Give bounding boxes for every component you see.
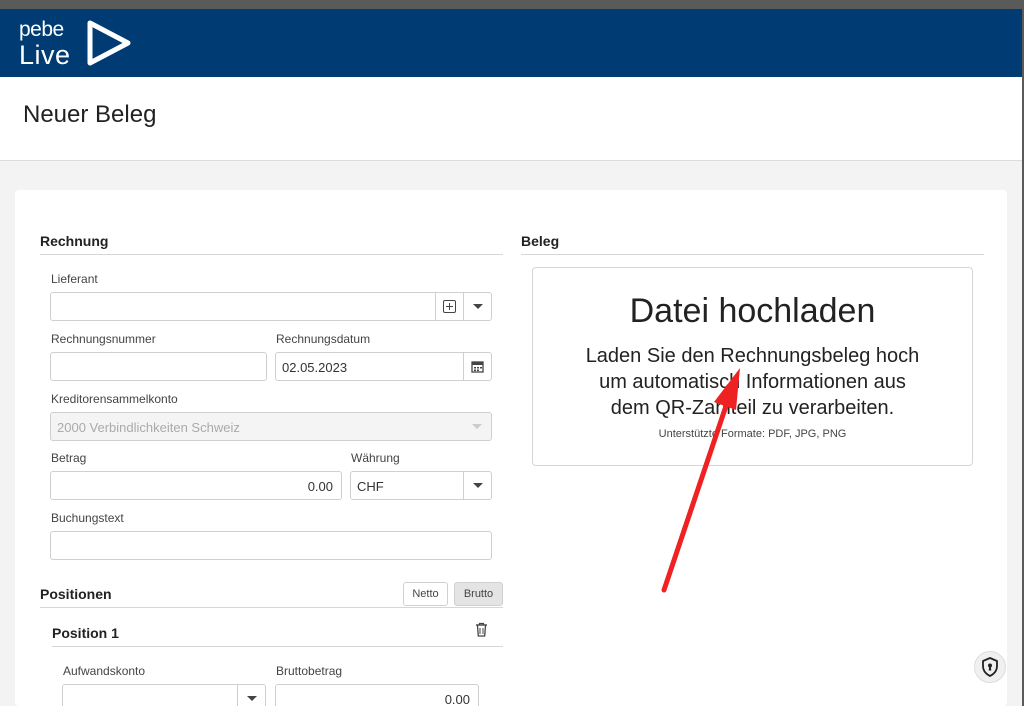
upload-line-3: dem QR-Zahlteil zu verarbeiten. <box>610 397 895 419</box>
rechnungsnummer-field[interactable] <box>50 352 267 381</box>
aufwandskonto-select[interactable] <box>62 684 266 706</box>
upload-title: Datei hochladen <box>629 292 876 330</box>
bruttobetrag-label: Bruttobetrag <box>276 664 343 678</box>
chevron-down-icon <box>472 304 483 309</box>
waehrung-select[interactable]: CHF <box>350 471 492 500</box>
lieferant-field[interactable] <box>50 292 492 321</box>
divider <box>40 607 503 608</box>
betrag-value: 0.00 <box>307 479 333 494</box>
file-upload-dropzone[interactable]: Datei hochladen Laden Sie den Rechnungsb… <box>532 267 973 466</box>
netto-toggle-button[interactable]: Netto <box>403 582 448 606</box>
aufwandskonto-dropdown-button[interactable] <box>237 685 265 706</box>
page-title-bar: Neuer Beleg <box>0 77 1022 161</box>
kreditor-dropdown <box>463 413 491 440</box>
logo-text-bottom: Live <box>19 40 71 70</box>
chevron-down-icon <box>246 696 257 701</box>
upload-line-1: Laden Sie den Rechnungsbeleg hoch <box>585 345 920 367</box>
rechnungsdatum-value: 02.05.2023 <box>282 360 348 375</box>
add-lieferant-button[interactable] <box>435 293 463 320</box>
upload-formats: Unterstützte Formate: PDF, JPG, PNG <box>658 428 847 440</box>
shield-keyhole-icon <box>982 657 998 677</box>
divider <box>40 254 503 255</box>
kreditor-label: Kreditorensammelkonto <box>51 392 178 406</box>
divider <box>52 646 503 647</box>
aufwandskonto-label: Aufwandskonto <box>63 664 146 678</box>
upload-description: Laden Sie den Rechnungsbeleg hoch um aut… <box>533 343 972 421</box>
section-title-rechnung: Rechnung <box>40 233 109 249</box>
upload-line-2: um automatisch Informationen aus <box>599 371 906 393</box>
section-title-positionen: Positionen <box>40 586 112 602</box>
kreditor-value: 2000 Verbindlichkeiten Schweiz <box>57 420 240 435</box>
kreditor-select: 2000 Verbindlichkeiten Schweiz <box>50 412 492 441</box>
waehrung-label: Währung <box>351 451 400 465</box>
app-header: pebe Live <box>0 9 1022 77</box>
plus-box-icon <box>443 300 456 313</box>
chevron-down-icon <box>472 424 482 429</box>
rechnungsdatum-field[interactable]: 02.05.2023 <box>275 352 492 381</box>
lieferant-dropdown-button[interactable] <box>463 293 491 320</box>
window-top-strip <box>0 0 1024 9</box>
privacy-button[interactable] <box>974 651 1006 683</box>
divider <box>521 254 984 255</box>
waehrung-value: CHF <box>357 479 384 494</box>
chevron-down-icon <box>472 483 483 488</box>
rechnungsnummer-label: Rechnungsnummer <box>51 332 156 346</box>
brutto-toggle-button[interactable]: Brutto <box>454 582 503 606</box>
page-title: Neuer Beleg <box>23 101 157 128</box>
betrag-label: Betrag <box>51 451 87 465</box>
rechnungsdatum-label: Rechnungsdatum <box>276 332 371 346</box>
logo-text-top: pebe <box>19 18 64 41</box>
calendar-icon <box>471 361 484 373</box>
buchungstext-field[interactable] <box>50 531 492 560</box>
bruttobetrag-value: 0.00 <box>444 692 470 706</box>
position-title: Position 1 <box>52 625 119 641</box>
betrag-field[interactable]: 0.00 <box>50 471 342 500</box>
waehrung-dropdown-button[interactable] <box>463 472 491 499</box>
bruttobetrag-field[interactable]: 0.00 <box>275 684 479 706</box>
trash-icon[interactable] <box>475 622 488 637</box>
buchungstext-label: Buchungstext <box>51 511 124 525</box>
form-card: Rechnung Lieferant Rechnungsnummer Rechn… <box>15 190 1007 706</box>
calendar-button[interactable] <box>463 353 491 380</box>
logo-play-icon <box>87 20 131 66</box>
lieferant-label: Lieferant <box>51 272 98 286</box>
section-title-beleg: Beleg <box>521 233 560 249</box>
